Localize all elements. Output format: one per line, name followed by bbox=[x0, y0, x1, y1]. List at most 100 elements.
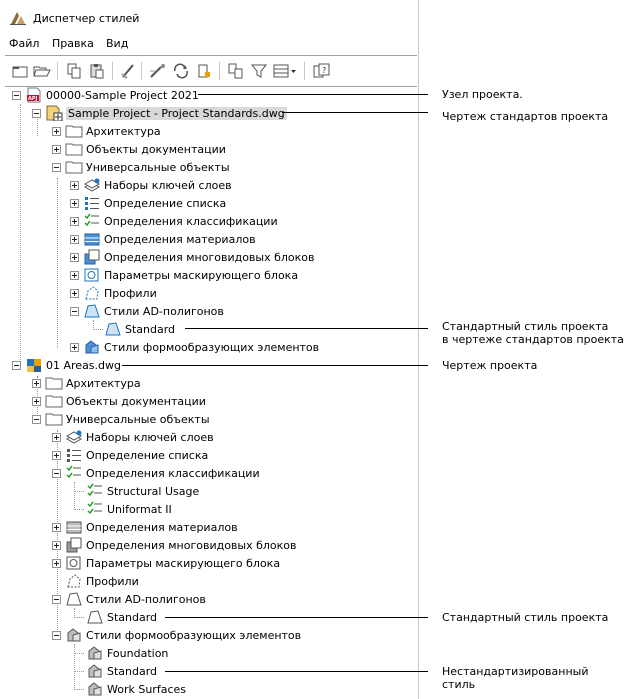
collapse-toggle[interactable] bbox=[32, 108, 41, 118]
tree-node-a-arch[interactable]: Архитектура bbox=[32, 374, 141, 392]
tree-node-a-mat[interactable]: Определения материалов bbox=[52, 518, 238, 536]
tree-label: Стили формообразующих элементов bbox=[86, 628, 302, 642]
expand-toggle[interactable] bbox=[52, 522, 61, 532]
collapse-toggle[interactable] bbox=[70, 306, 79, 316]
tree-label: Uniformat II bbox=[107, 502, 172, 516]
expand-toggle[interactable] bbox=[70, 198, 79, 208]
tree-node-a-foundation[interactable]: Foundation bbox=[86, 644, 168, 662]
expand-toggle[interactable] bbox=[70, 270, 79, 280]
expand-toggle[interactable] bbox=[32, 378, 41, 388]
menu-edit[interactable]: Правка bbox=[52, 37, 94, 50]
collapse-toggle[interactable] bbox=[32, 414, 41, 424]
menu-bar: Файл Правка Вид bbox=[0, 34, 418, 54]
tree-node-s-mvb[interactable]: Определения многовидовых блоков bbox=[70, 248, 315, 266]
multiview-block-icon bbox=[66, 537, 82, 553]
expand-toggle[interactable] bbox=[70, 234, 79, 244]
paste-icon[interactable] bbox=[87, 62, 107, 80]
tree-node-s-aec-standard[interactable]: Standard bbox=[104, 320, 175, 338]
tree-label: Work Surfaces bbox=[107, 682, 186, 696]
profile-icon bbox=[85, 286, 99, 300]
tree-node-a-mvb[interactable]: Определения многовидовых блоков bbox=[52, 536, 297, 554]
filter-icon[interactable] bbox=[249, 62, 269, 80]
tree-node-a-aec-polygon[interactable]: Стили AD-полигонов bbox=[52, 590, 206, 608]
collapse-toggle[interactable] bbox=[52, 594, 61, 604]
folder-open-icon bbox=[65, 161, 83, 174]
tree-node-a-doc[interactable]: Объекты документации bbox=[32, 392, 206, 410]
tree-node-s-mass[interactable]: Стили формообразующих элементов bbox=[70, 338, 319, 356]
tree-node-s-list[interactable]: Определение списка bbox=[70, 194, 226, 212]
material-icon bbox=[66, 521, 82, 534]
expand-toggle[interactable] bbox=[52, 144, 61, 154]
expand-toggle[interactable] bbox=[70, 288, 79, 298]
expand-toggle[interactable] bbox=[70, 180, 79, 190]
tree-node-a-list[interactable]: Определение списка bbox=[52, 446, 208, 464]
tree-node-a-structural[interactable]: Structural Usage bbox=[86, 482, 199, 500]
expand-toggle[interactable] bbox=[70, 342, 79, 352]
tree-node-s-doc[interactable]: Объекты документации bbox=[52, 140, 226, 158]
tree-node-s-mask[interactable]: Параметры маскирующего блока bbox=[70, 266, 298, 284]
menu-file[interactable]: Файл bbox=[9, 37, 39, 50]
tree-node-standards-drawing[interactable]: Sample Project - Project Standards.dwg bbox=[32, 104, 287, 122]
collapse-toggle[interactable] bbox=[52, 468, 61, 478]
new-icon[interactable] bbox=[10, 62, 30, 80]
open-icon[interactable] bbox=[32, 62, 52, 80]
tree-node-a-mask[interactable]: Параметры маскирующего блока bbox=[52, 554, 280, 572]
folder-icon bbox=[65, 143, 83, 156]
tree-label: Определение списка bbox=[86, 448, 209, 462]
copy-icon[interactable] bbox=[64, 62, 84, 80]
tree-label: Определения материалов bbox=[86, 520, 238, 534]
svg-text:?: ? bbox=[322, 66, 326, 75]
tree-node-a-profiles[interactable]: Профили bbox=[52, 572, 139, 590]
expand-toggle[interactable] bbox=[52, 432, 61, 442]
tree-node-a-layer-keys[interactable]: Наборы ключей слоев bbox=[52, 428, 214, 446]
toolbar-separator bbox=[112, 62, 113, 80]
tree-node-s-aec-polygon[interactable]: Стили AD-полигонов bbox=[70, 302, 224, 320]
mass-element-icon bbox=[67, 628, 81, 642]
help-icon[interactable]: ? bbox=[312, 62, 332, 80]
tree-connector bbox=[74, 509, 84, 510]
tree-node-project[interactable]: APJ 00000-Sample Project 2021 bbox=[12, 86, 199, 104]
collapse-toggle[interactable] bbox=[52, 630, 61, 640]
expand-toggle[interactable] bbox=[70, 216, 79, 226]
tree-node-a-uniformat[interactable]: Uniformat II bbox=[86, 500, 172, 518]
tree-label: Определения многовидовых блоков bbox=[104, 250, 315, 264]
tree-node-s-profiles[interactable]: Профили bbox=[70, 284, 157, 302]
callout-leader bbox=[165, 671, 428, 672]
tree-node-a-work[interactable]: Work Surfaces bbox=[86, 680, 186, 698]
material-icon bbox=[84, 233, 100, 246]
tree-node-s-arch[interactable]: Архитектура bbox=[52, 122, 161, 140]
tree-node-s-class[interactable]: Определения классификации bbox=[70, 212, 278, 230]
collapse-toggle[interactable] bbox=[12, 90, 21, 100]
tree-label: Standard bbox=[107, 610, 158, 624]
toggle-view-icon[interactable] bbox=[226, 62, 246, 80]
tree-node-a-aec-standard[interactable]: Standard bbox=[86, 608, 157, 626]
tree-node-a-multi[interactable]: Универсальные объекты bbox=[32, 410, 210, 428]
tree-node-a-mass-standard[interactable]: Standard bbox=[86, 662, 157, 680]
tree-node-a-mass[interactable]: Стили формообразующих элементов bbox=[52, 626, 301, 644]
tree-node-s-layer-keys[interactable]: Наборы ключей слоев bbox=[70, 176, 232, 194]
callout-leader bbox=[282, 112, 428, 113]
tree-node-areas-drawing[interactable]: 01 Areas.dwg bbox=[12, 356, 121, 374]
expand-toggle[interactable] bbox=[32, 396, 41, 406]
collapse-toggle[interactable] bbox=[52, 162, 61, 172]
expand-toggle[interactable] bbox=[52, 540, 61, 550]
tree-node-a-class[interactable]: Определения классификации bbox=[52, 464, 260, 482]
expand-toggle[interactable] bbox=[52, 450, 61, 460]
standards-drawing-icon bbox=[46, 105, 63, 121]
expand-toggle[interactable] bbox=[52, 558, 61, 568]
lock-icon[interactable] bbox=[194, 62, 214, 80]
tree-node-s-multi[interactable]: Универсальные объекты bbox=[52, 158, 230, 176]
aec-polygon-icon bbox=[84, 304, 100, 318]
tree-node-s-mat[interactable]: Определения материалов bbox=[70, 230, 256, 248]
classification-icon bbox=[87, 483, 102, 497]
sync-icon[interactable] bbox=[171, 62, 191, 80]
expand-toggle[interactable] bbox=[52, 126, 61, 136]
edit-style-icon[interactable] bbox=[148, 62, 168, 80]
purge-icon[interactable] bbox=[118, 62, 138, 80]
menu-view[interactable]: Вид bbox=[106, 37, 128, 50]
mask-block-icon bbox=[84, 268, 99, 282]
expand-toggle[interactable] bbox=[70, 252, 79, 262]
collapse-toggle[interactable] bbox=[12, 360, 21, 370]
layer-key-icon bbox=[83, 178, 101, 192]
view-options-icon[interactable] bbox=[272, 62, 298, 80]
